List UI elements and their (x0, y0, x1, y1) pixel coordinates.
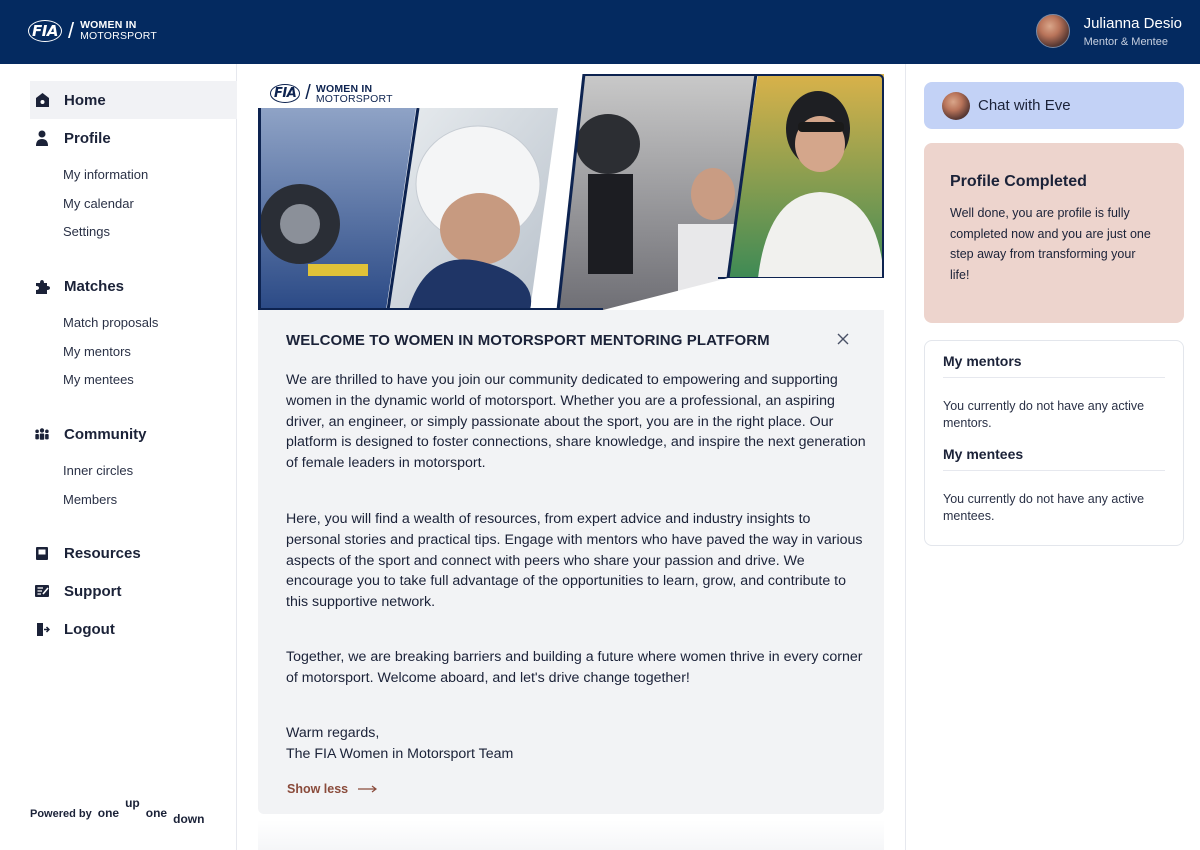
welcome-paragraph-1: We are thrilled to have you join our com… (286, 372, 866, 472)
sidebar-item-label: Home (64, 91, 106, 109)
fia-logo-mark: FIA (28, 20, 62, 42)
sidebar-item-community[interactable]: Community (30, 415, 237, 453)
powered-by-label: Powered by (30, 808, 92, 820)
welcome-paragraph-3: Together, we are breaking barriers and b… (286, 649, 863, 686)
banner-logo-wordmark: WOMEN IN MOTORSPORT (315, 82, 393, 105)
close-icon[interactable] (836, 332, 850, 346)
sidebar-item-support[interactable]: Support (30, 572, 237, 610)
welcome-title: WELCOME TO WOMEN IN MOTORSPORT MENTORING… (286, 332, 770, 349)
logout-icon (34, 621, 50, 637)
brand-logo[interactable]: FIA / WOMEN IN MOTORSPORT (28, 18, 157, 44)
show-less-link[interactable]: Show less (287, 782, 378, 796)
banner-logo-line-2: MOTORSPORT (315, 92, 393, 105)
banner-logo-line-1: WOMEN IN (315, 82, 373, 95)
profile-completed-text: Well done, you are profile is fully comp… (950, 206, 1151, 282)
banner-logo-divider: / (305, 82, 311, 104)
sidebar-item-label: Matches (64, 277, 125, 295)
sidebar-subitem-settings[interactable]: Settings (63, 224, 110, 239)
brand-word-2: up (125, 796, 140, 810)
right-panel: Chat with Eve Profile Completed Well don… (905, 64, 1200, 850)
sidebar-item-profile[interactable]: Profile (30, 119, 237, 157)
mentors-mentees-card: My mentors You currently do not have any… (924, 340, 1184, 546)
user-avatar[interactable] (1035, 14, 1070, 48)
content-fade (258, 820, 884, 850)
main-content: FIA / WOMEN IN MOTORSPORT WELCOME TO WOM… (258, 74, 884, 814)
divider (943, 377, 1165, 378)
sidebar-item-matches[interactable]: Matches (30, 267, 237, 305)
sidebar-item-label: Profile (64, 129, 111, 147)
sidebar-subitem-inner-circles[interactable]: Inner circles (63, 463, 133, 478)
my-mentors-empty-text: You currently do not have any active men… (943, 399, 1145, 430)
welcome-signoff-2: The FIA Women in Motorsport Team (286, 746, 514, 762)
brand-word-1: one (97, 806, 120, 820)
sidebar-subitem-my-mentees[interactable]: My mentees (63, 372, 134, 387)
show-less-label: Show less (287, 782, 349, 796)
logo-line-2: MOTORSPORT (80, 30, 157, 42)
user-name: Julianna Desio (1083, 14, 1182, 32)
my-mentors-title[interactable]: My mentors (943, 353, 1165, 369)
sidebar-subitem-my-information[interactable]: My information (63, 167, 148, 182)
sidebar: Home Profile My information My calendar … (0, 64, 237, 850)
welcome-paragraph-2: Here, you will find a wealth of resource… (286, 511, 863, 611)
puzzle-icon (34, 278, 50, 294)
profile-completed-card: Profile Completed Well done, you are pro… (924, 143, 1184, 323)
sidebar-item-resources[interactable]: Resources (30, 534, 237, 572)
sidebar-subitem-members[interactable]: Members (63, 492, 117, 507)
sidebar-item-label: Support (64, 582, 122, 600)
brand-word-3: one (145, 806, 168, 820)
user-role: Mentor & Mentee (1083, 35, 1168, 48)
user-info: Julianna Desio Mentor & Mentee (1084, 15, 1182, 48)
powered-by[interactable]: Powered by one up one down (30, 796, 204, 826)
my-mentees-empty-text: You currently do not have any active men… (943, 492, 1145, 523)
logo-wordmark: WOMEN IN MOTORSPORT (80, 20, 157, 42)
top-header: FIA / WOMEN IN MOTORSPORT Julianna Desio… (0, 0, 1200, 64)
banner-logo: FIA / WOMEN IN MOTORSPORT (270, 82, 393, 105)
sidebar-item-label: Logout (64, 620, 115, 638)
chat-with-eve-button[interactable]: Chat with Eve (924, 82, 1184, 129)
sidebar-subitem-my-calendar[interactable]: My calendar (63, 196, 134, 211)
sidebar-subitem-my-mentors[interactable]: My mentors (63, 344, 131, 359)
logo-divider: / (67, 18, 75, 43)
welcome-banner: FIA / WOMEN IN MOTORSPORT (258, 74, 884, 310)
eve-avatar (942, 91, 970, 120)
divider (943, 470, 1165, 471)
sidebar-subitem-match-proposals[interactable]: Match proposals (63, 315, 158, 330)
my-mentees-title[interactable]: My mentees (943, 446, 1165, 462)
welcome-card: WELCOME TO WOMEN IN MOTORSPORT MENTORING… (258, 310, 884, 814)
group-icon (34, 426, 50, 442)
book-icon (34, 545, 50, 561)
banner-photo-collage (258, 74, 884, 310)
profile-completed-title: Profile Completed (950, 173, 1087, 190)
welcome-signoff-1: Warm regards, (286, 725, 380, 741)
user-icon (34, 130, 50, 146)
arrow-right-icon (358, 782, 378, 796)
home-icon (34, 92, 50, 108)
chat-label: Chat with Eve (978, 97, 1071, 114)
banner-fia-mark: FIA (270, 84, 301, 103)
support-icon (34, 583, 50, 599)
sidebar-item-logout[interactable]: Logout (30, 610, 237, 648)
brand-word-4: down (173, 812, 205, 826)
sidebar-item-home[interactable]: Home (30, 81, 237, 119)
sidebar-item-label: Community (64, 425, 147, 443)
user-menu[interactable]: Julianna Desio Mentor & Mentee (1035, 14, 1182, 48)
sidebar-item-label: Resources (64, 544, 141, 562)
